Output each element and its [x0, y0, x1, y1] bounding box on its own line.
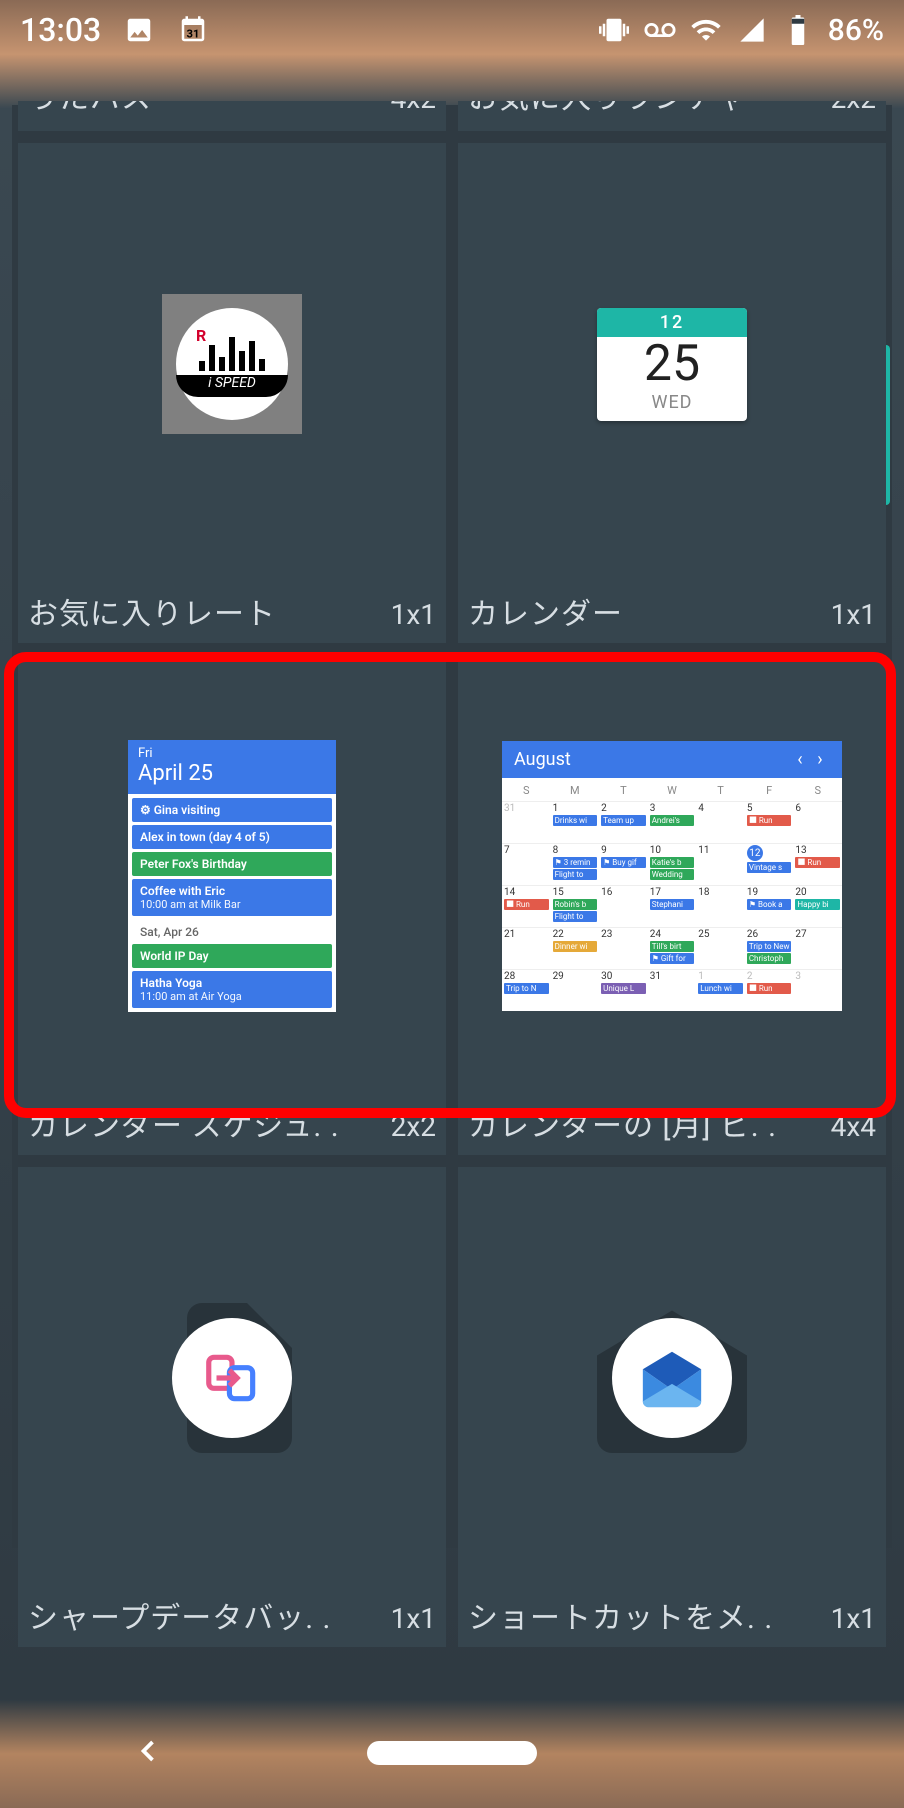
wifi-icon	[690, 14, 722, 46]
widget-size: 1x1	[831, 598, 876, 631]
widget-card-launcher[interactable]: お気に入りランチャー 2x2	[458, 101, 886, 131]
widget-card-calendar-month[interactable]: August ‹ › SMTWTFS311Drinks wi2Team up3A…	[458, 655, 886, 1155]
chevron-right-icon: ›	[810, 749, 830, 770]
home-pill[interactable]	[367, 1741, 537, 1765]
widget-size: 1x1	[391, 598, 436, 631]
widget-size: 4x4	[831, 1110, 876, 1143]
signal-icon	[736, 14, 768, 46]
vibrate-icon	[598, 14, 630, 46]
calendar-notif-icon: 31	[177, 14, 209, 46]
status-time: 13:03	[20, 11, 101, 49]
widget-card-mail-shortcut[interactable]: ショートカットをメ. . 1x1	[458, 1167, 886, 1647]
widget-name: カレンダー スケジュ. .	[28, 1101, 340, 1145]
battery-percent: 86%	[828, 13, 884, 48]
widget-size: 1x1	[391, 1602, 436, 1635]
widget-card-sharp-backup[interactable]: シャープデータバッ. . 1x1	[18, 1167, 446, 1647]
widget-card-calendar-schedule[interactable]: Fri April 25 ⚙ Gina visitingAlex in town…	[18, 655, 446, 1155]
widget-name: カレンダーの [月] ビ. .	[468, 1101, 777, 1145]
widget-name: うたパス	[28, 101, 152, 117]
widget-name: お気に入りレート	[28, 589, 276, 633]
navigation-bar	[0, 1698, 904, 1808]
widget-card-ispeed[interactable]: R i SPEED お気に入りレート 1x1	[18, 143, 446, 643]
widget-picker[interactable]: うたパス 4x2 お気に入りランチャー 2x2 R i SPEED	[12, 105, 892, 1548]
ispeed-icon: R i SPEED	[162, 294, 302, 434]
battery-icon	[782, 14, 814, 46]
voicemail-icon	[644, 14, 676, 46]
widget-size: 4x2	[391, 101, 436, 115]
widget-name: ショートカットをメ. .	[468, 1593, 773, 1637]
widget-name: お気に入りランチャー	[468, 101, 778, 117]
calendar-day-icon: 12 25 WED	[597, 308, 747, 421]
widget-card-calendar-day[interactable]: 12 25 WED カレンダー 1x1	[458, 143, 886, 643]
svg-text:31: 31	[187, 28, 200, 41]
widget-card-utapass[interactable]: うたパス 4x2	[18, 101, 446, 131]
mail-icon	[612, 1318, 732, 1438]
widget-size: 2x2	[831, 101, 876, 115]
widget-size: 1x1	[831, 1602, 876, 1635]
chevron-left-icon: ‹	[790, 749, 810, 770]
back-button[interactable]	[130, 1733, 166, 1773]
gallery-icon	[123, 14, 155, 46]
backup-icon	[172, 1318, 292, 1438]
widget-name: シャープデータバッ. .	[28, 1593, 331, 1637]
widget-size: 2x2	[391, 1110, 436, 1143]
calendar-schedule-preview: Fri April 25 ⚙ Gina visitingAlex in town…	[128, 740, 336, 1012]
widget-name: カレンダー	[468, 589, 623, 633]
calendar-month-preview: August ‹ › SMTWTFS311Drinks wi2Team up3A…	[502, 741, 842, 1011]
